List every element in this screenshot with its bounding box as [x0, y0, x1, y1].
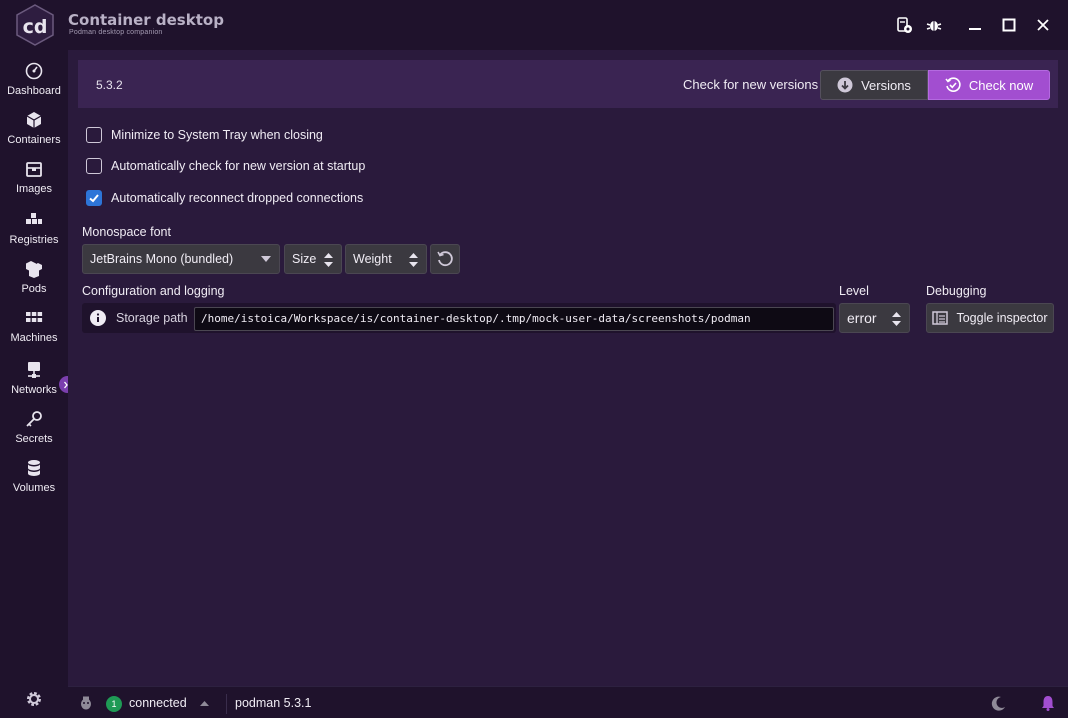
sidebar-item-images[interactable]: Images — [0, 160, 68, 206]
database-icon — [28, 460, 40, 476]
title-bar: cd Container desktop Podman desktop comp… — [0, 0, 1068, 50]
maximize-icon[interactable] — [998, 14, 1020, 36]
versions-button-label: Versions — [861, 77, 911, 93]
bell-icon[interactable] — [1041, 695, 1055, 711]
caret-down-icon — [261, 256, 271, 262]
pods-icon — [26, 261, 42, 278]
sidebar: Dashboard Containers Images Registries P… — [0, 50, 68, 718]
log-level-select[interactable]: error — [839, 303, 910, 333]
connection-status: connected — [129, 696, 187, 710]
level-label: Level — [839, 284, 869, 298]
monospace-font-label: Monospace font — [82, 225, 171, 239]
storage-path-label: Storage path — [116, 311, 188, 325]
sidebar-item-registries[interactable]: Registries — [0, 211, 68, 257]
history-check-icon — [945, 77, 961, 92]
log-level-value: error — [847, 310, 877, 326]
sidebar-item-machines[interactable]: Machines — [0, 309, 68, 355]
storage-path-field[interactable]: /home/istoica/Workspace/is/container-des… — [194, 307, 834, 331]
gear-icon — [27, 692, 41, 706]
sidebar-item-containers[interactable]: Containers — [0, 111, 68, 157]
sidebar-item-label: Containers — [7, 134, 61, 146]
bug-icon[interactable] — [923, 14, 945, 36]
font-size-select[interactable]: Size — [284, 244, 342, 274]
podman-icon — [81, 696, 91, 710]
sidebar-item-label: Registries — [9, 234, 59, 246]
download-circle-icon — [837, 77, 853, 93]
app-subtitle: Podman desktop companion — [69, 29, 163, 36]
option-minimize-to-tray[interactable]: Minimize to System Tray when closing — [86, 126, 323, 144]
option-auto-reconnect[interactable]: Automatically reconnect dropped connecti… — [86, 189, 363, 207]
app-logo: cd — [16, 4, 54, 46]
info-icon — [90, 310, 106, 326]
minimize-to-tray-checkbox[interactable] — [86, 127, 102, 143]
config-logging-label: Configuration and logging — [82, 284, 225, 298]
sidebar-item-label: Volumes — [12, 482, 56, 494]
checkmark-icon — [89, 194, 99, 203]
sidebar-item-label: Pods — [21, 283, 47, 295]
option-label: Automatically check for new version at s… — [111, 159, 366, 173]
cube-icon — [26, 112, 42, 128]
connection-count-badge: 1 — [106, 696, 122, 712]
sidebar-item-volumes[interactable]: Volumes — [0, 459, 68, 505]
sort-icon — [324, 253, 333, 267]
dashboard-icon — [25, 62, 43, 80]
caret-up-icon[interactable] — [200, 701, 209, 706]
check-versions-label: Check for new versions — [683, 77, 819, 92]
app-title: Container desktop — [68, 11, 224, 29]
debugging-label: Debugging — [926, 284, 987, 298]
option-label: Minimize to System Tray when closing — [111, 128, 323, 142]
check-now-button[interactable]: Check now — [928, 70, 1050, 100]
font-family-select[interactable]: JetBrains Mono (bundled) — [82, 244, 280, 274]
check-version-startup-checkbox[interactable] — [86, 158, 102, 174]
settings-panel: 5.3.2 Check for new versions Versions Ch… — [68, 50, 1068, 686]
sidebar-item-label: Networks — [11, 384, 57, 396]
settings-button[interactable] — [0, 690, 68, 710]
sidebar-item-networks[interactable]: Networks — [0, 361, 68, 407]
sidebar-item-label: Machines — [10, 332, 58, 344]
sidebar-item-label: Images — [15, 183, 53, 195]
sort-icon — [409, 253, 418, 267]
sidebar-item-pods[interactable]: Pods — [0, 260, 68, 306]
auto-reconnect-checkbox[interactable] — [86, 190, 102, 206]
storage-path-group: Storage path /home/istoica/Workspace/is/… — [82, 303, 836, 333]
sidebar-item-label: Dashboard — [7, 85, 61, 97]
moon-icon[interactable] — [991, 696, 1006, 711]
version-bar: 5.3.2 Check for new versions Versions Ch… — [78, 60, 1058, 108]
status-bar: 1 connected podman 5.3.1 — [68, 686, 1068, 718]
minimize-icon[interactable] — [964, 14, 986, 36]
inspector-icon — [932, 311, 949, 325]
font-family-value: JetBrains Mono (bundled) — [90, 252, 234, 266]
toggle-inspector-label: Toggle inspector — [956, 311, 1048, 325]
reset-font-button[interactable] — [430, 244, 460, 274]
option-label: Automatically reconnect dropped connecti… — [111, 191, 364, 205]
sidebar-item-secrets[interactable]: Secrets — [0, 410, 68, 456]
svg-text:cd: cd — [23, 16, 48, 38]
bug-report-icon[interactable] — [893, 14, 915, 36]
status-separator — [226, 694, 227, 714]
version-label: 5.3.2 — [96, 78, 123, 92]
font-size-value: Size — [292, 252, 317, 266]
grid-icon — [26, 312, 43, 322]
registries-icon — [26, 213, 42, 224]
sidebar-item-dashboard[interactable]: Dashboard — [0, 62, 68, 108]
toggle-inspector-button[interactable]: Toggle inspector — [926, 303, 1054, 333]
network-icon — [28, 362, 40, 378]
box-icon — [26, 162, 42, 177]
versions-button[interactable]: Versions — [820, 70, 928, 100]
sidebar-item-label: Secrets — [15, 433, 53, 445]
font-weight-select[interactable]: Weight — [345, 244, 427, 274]
option-check-version-startup[interactable]: Automatically check for new version at s… — [86, 157, 365, 175]
sort-icon — [892, 312, 901, 326]
key-icon — [26, 411, 42, 427]
engine-version: podman 5.3.1 — [235, 696, 312, 710]
font-weight-value: Weight — [353, 252, 392, 266]
check-now-button-label: Check now — [968, 77, 1034, 93]
close-icon[interactable] — [1032, 14, 1054, 36]
reset-icon — [437, 251, 453, 267]
